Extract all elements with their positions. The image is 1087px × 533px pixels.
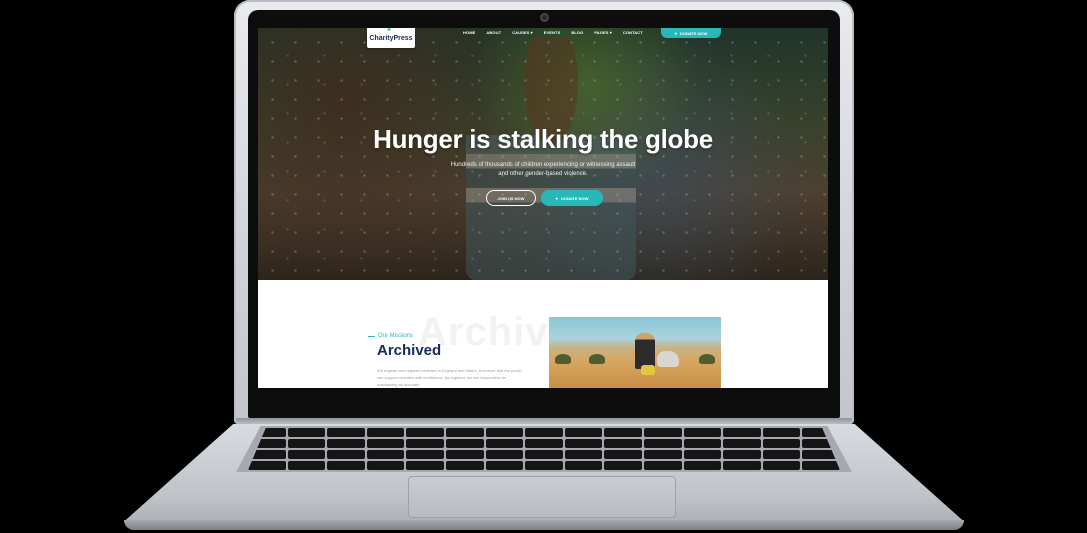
join-us-button[interactable]: JOIN US NOW (486, 190, 536, 206)
mission-photo (549, 317, 721, 388)
nav-item-blog[interactable]: BLOG (571, 30, 583, 35)
header-donate-button[interactable]: ♥ DONATE NOW (661, 28, 721, 38)
heart-icon: ♥ (555, 195, 558, 201)
main-nav: HOME ABOUT CAUSES ▾ EVENTS BLOG PAGES ▾ … (463, 28, 643, 36)
header-donate-label: DONATE NOW (679, 30, 708, 36)
laptop-front-edge (124, 520, 964, 530)
heart-icon: ♥ (674, 30, 677, 36)
trackpad (408, 476, 676, 518)
join-us-label: JOIN US NOW (497, 195, 525, 201)
nav-item-pages[interactable]: PAGES ▾ (594, 30, 612, 35)
nav-item-home[interactable]: HOME (463, 30, 475, 35)
photo-person (635, 333, 655, 369)
photo-donkey (657, 351, 679, 367)
eyebrow-text: Our Missions (378, 333, 414, 339)
site-logo[interactable]: ✚ CharityPress (367, 28, 415, 48)
logo-text: CharityPress (369, 34, 413, 42)
photo-tree (589, 354, 605, 364)
hero-donate-button[interactable]: ♥ DONATE NOW (541, 190, 603, 206)
nav-item-causes[interactable]: CAUSES ▾ (512, 30, 533, 35)
photo-tree (555, 354, 571, 364)
photo-water-container (641, 365, 655, 375)
section-body-text: We register and regulate charities in En… (377, 368, 522, 387)
nav-item-about[interactable]: ABOUT (486, 30, 501, 35)
eyebrow-line (368, 335, 375, 337)
hero-donate-label: DONATE NOW (560, 195, 589, 201)
photo-tree (699, 354, 715, 364)
logo-mark-icon: ✚ (387, 28, 392, 33)
hero-section: ✚ CharityPress HOME ABOUT CAUSES ▾ EVENT… (258, 28, 828, 280)
nav-item-contact[interactable]: CONTACT (623, 30, 643, 35)
webcam (540, 13, 549, 22)
hero-subtitle: Hundreds of thousands of children experi… (450, 162, 636, 177)
nav-item-events[interactable]: EVENTS (544, 30, 561, 35)
website-screen: ✚ CharityPress HOME ABOUT CAUSES ▾ EVENT… (258, 28, 828, 388)
keyboard (248, 428, 840, 470)
section-eyebrow: Our Missions (368, 333, 413, 339)
section-title: Archived (377, 342, 442, 359)
hero-title: Hunger is stalking the globe (373, 124, 713, 154)
